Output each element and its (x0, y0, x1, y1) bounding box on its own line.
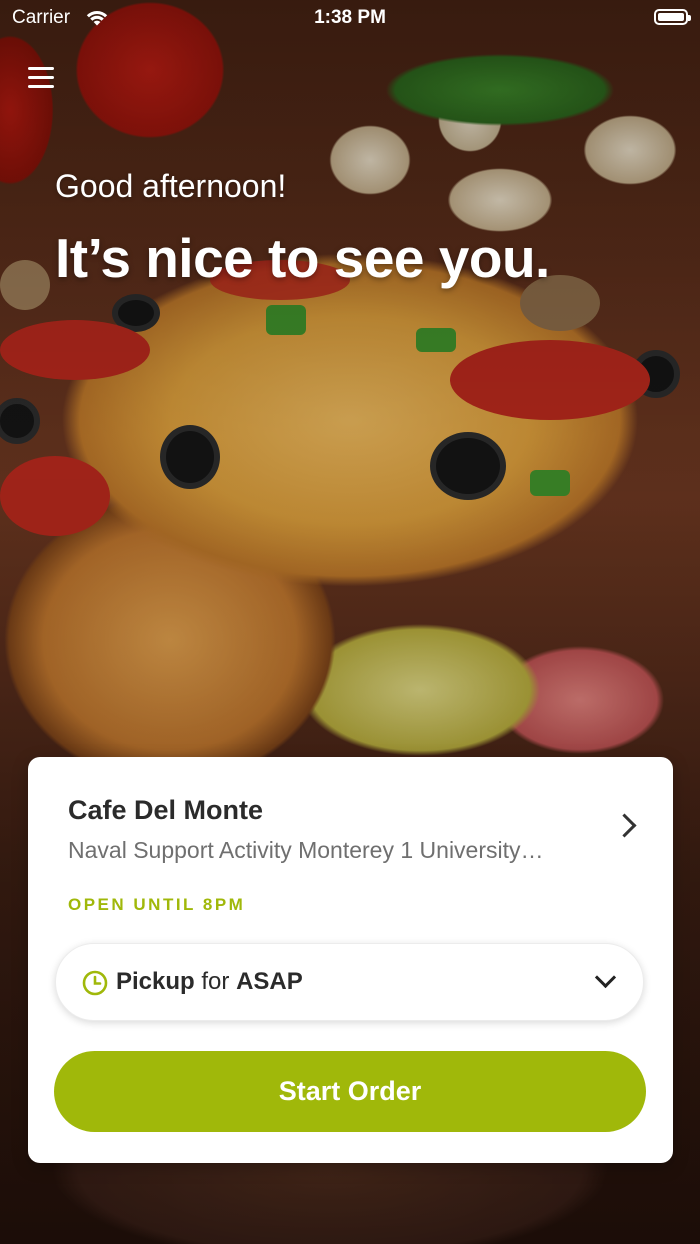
pickup-time-selector[interactable]: Pickup for ASAP (55, 943, 644, 1021)
battery-icon (654, 9, 691, 25)
location-address: Naval Support Activity Monterey 1 Univer… (68, 837, 544, 863)
home-screen: Carrier 1:38 PM Good afternoon! It’s nic… (0, 0, 700, 1244)
chevron-right-icon (612, 813, 637, 838)
location-name: Cafe Del Monte (68, 795, 264, 825)
hamburger-menu-icon[interactable] (28, 67, 54, 89)
greeting-text: Good afternoon! (55, 168, 287, 204)
order-mode-connector: for (201, 968, 230, 995)
location-selector[interactable]: Cafe Del Monte Naval Support Activity Mo… (28, 757, 673, 877)
status-bar: Carrier 1:38 PM (0, 0, 700, 36)
order-mode-label: Pickup (116, 968, 195, 995)
welcome-headline: It’s nice to see you. (55, 227, 550, 289)
start-order-button[interactable]: Start Order (54, 1051, 646, 1132)
order-time-label: ASAP (236, 968, 303, 995)
order-card: Cafe Del Monte Naval Support Activity Mo… (28, 757, 673, 1163)
chevron-down-icon (594, 966, 617, 989)
battery-level (658, 13, 684, 21)
open-hours-label: OPEN UNTIL 8PM (68, 895, 246, 914)
pickup-summary: Pickup for ASAP (116, 968, 303, 996)
clock-time: 1:38 PM (314, 7, 386, 28)
clock-icon (82, 970, 108, 996)
